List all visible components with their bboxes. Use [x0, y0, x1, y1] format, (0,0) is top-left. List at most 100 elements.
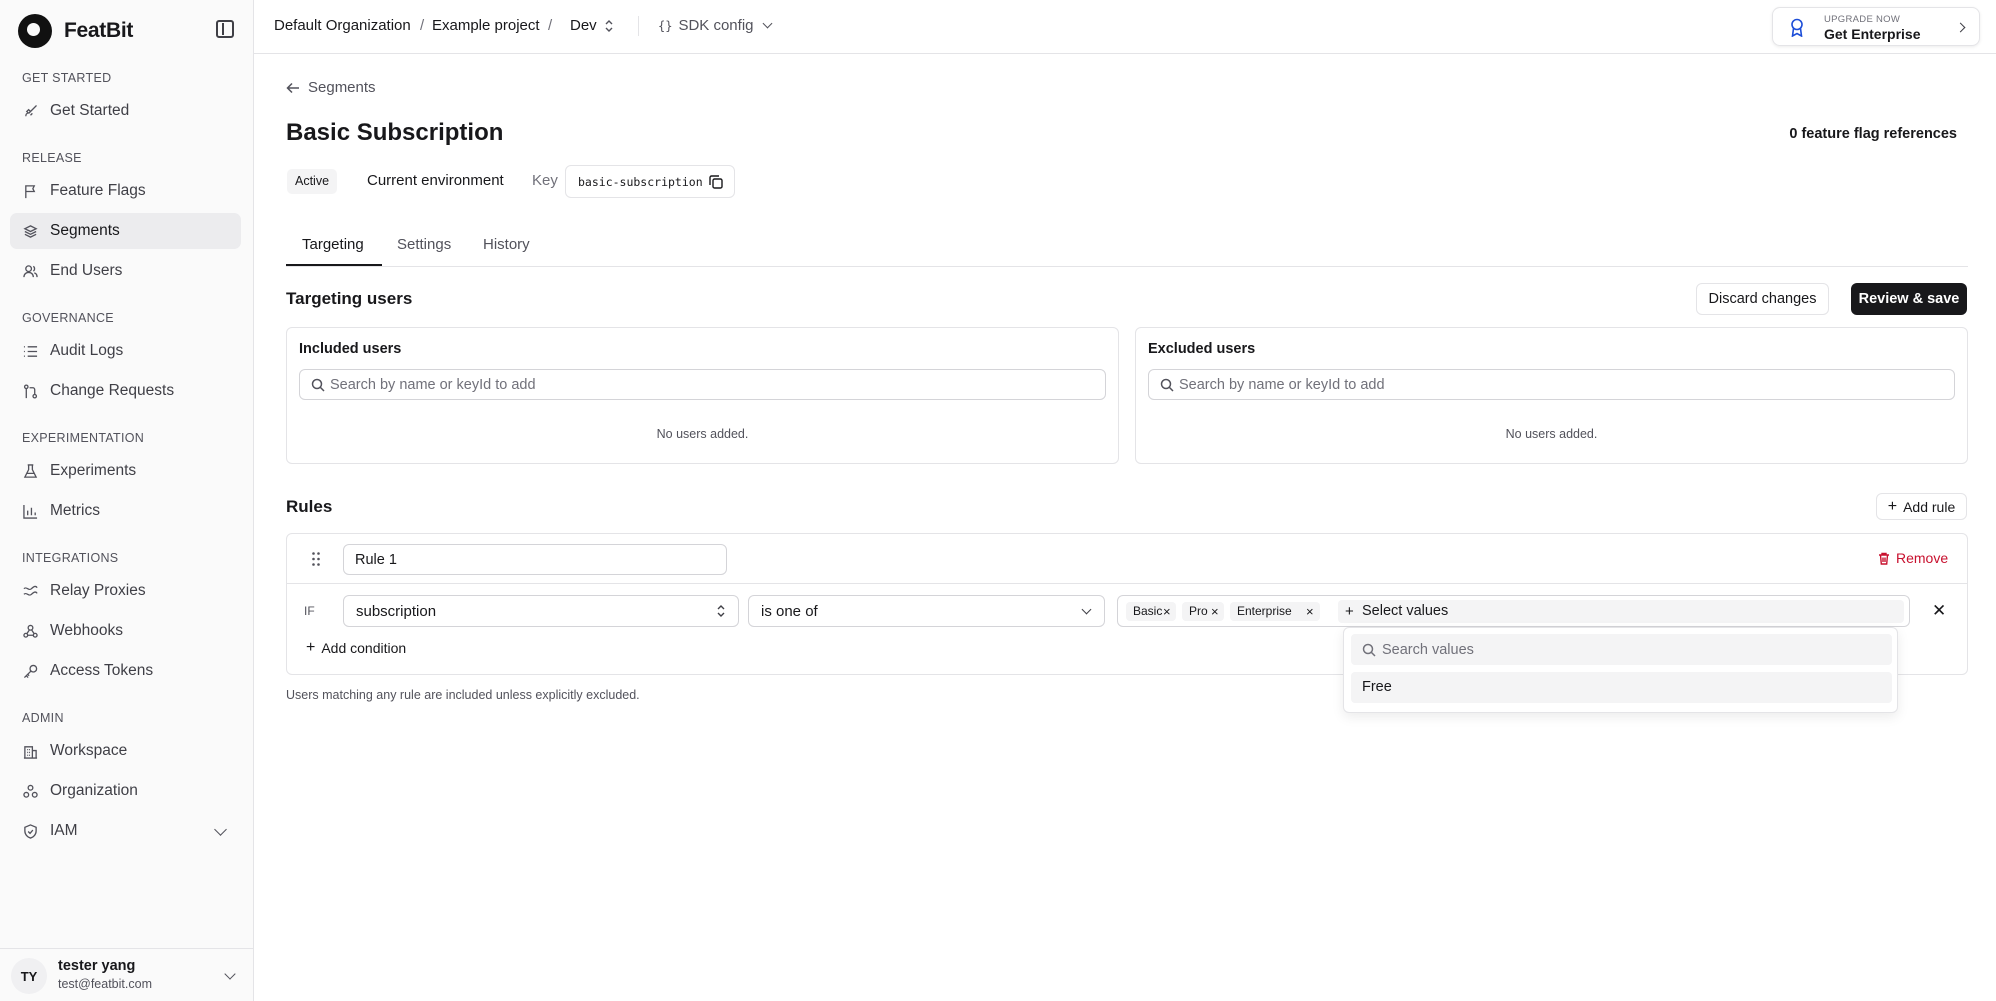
chevron-up-down-icon[interactable] [605, 19, 613, 33]
tab-bar: Targeting Settings History [286, 226, 1968, 267]
bar-chart-icon [23, 504, 38, 519]
arrow-left-icon [286, 82, 299, 93]
value-tag-label: Basic [1133, 604, 1163, 618]
upgrade-button[interactable]: UPGRADE NOW Get Enterprise [1772, 7, 1980, 46]
plus-icon: + [1345, 603, 1354, 620]
key-icon [23, 664, 38, 679]
sidebar-item-organization[interactable]: Organization [10, 773, 241, 809]
included-users-input[interactable] [330, 370, 1095, 399]
sidebar: FeatBit GET STARTED Get Started RELEASE … [0, 0, 254, 1001]
chevron-down-icon [762, 18, 772, 29]
remove-rule-button[interactable]: Remove [1878, 550, 1948, 566]
page-title: Basic Subscription [286, 119, 504, 146]
flag-icon [25, 185, 36, 199]
back-to-segments-link[interactable]: Segments [286, 79, 376, 96]
review-save-button[interactable]: Review & save [1851, 283, 1967, 315]
values-search[interactable] [1351, 634, 1892, 665]
sidebar-item-access-tokens[interactable]: Access Tokens [10, 653, 241, 689]
back-link-label: Segments [308, 79, 376, 96]
add-condition-label: Add condition [321, 640, 407, 656]
sidebar-item-audit-logs[interactable]: Audit Logs [10, 333, 241, 369]
plus-icon: + [1887, 497, 1898, 515]
discard-changes-button[interactable]: Discard changes [1696, 283, 1829, 315]
sidebar-item-label: Relay Proxies [50, 582, 146, 599]
values-multiselect[interactable]: Basic × Pro × Enterprise × + Select valu… [1117, 595, 1910, 627]
sidebar-item-label: Get Started [50, 102, 130, 119]
excluded-users-input[interactable] [1179, 370, 1944, 399]
attribute-select[interactable]: subscription [343, 595, 739, 627]
dropdown-option[interactable]: Free [1351, 672, 1892, 703]
brand-name: FeatBit [64, 19, 134, 42]
chevron-right-icon [1955, 22, 1966, 33]
nav-section-get-started: GET STARTED [22, 71, 112, 85]
sdk-config-label: SDK config [678, 17, 754, 34]
included-users-search[interactable] [299, 369, 1106, 400]
sidebar-item-label: Metrics [50, 502, 100, 519]
add-condition-button[interactable]: + Add condition [306, 639, 406, 657]
remove-tag-icon[interactable]: × [1211, 602, 1219, 621]
values-dropdown: Free [1343, 627, 1898, 713]
breadcrumb-organization[interactable]: Default Organization [274, 17, 411, 34]
sidebar-item-relay-proxies[interactable]: Relay Proxies [10, 573, 241, 609]
feature-flag-references[interactable]: 0 feature flag references [1789, 126, 1957, 142]
values-search-input[interactable] [1382, 634, 1882, 665]
user-menu[interactable]: TY tester yang test@featbit.com [0, 948, 254, 1001]
upgrade-caption: UPGRADE NOW [1824, 14, 1901, 25]
select-values-label: Select values [1362, 603, 1449, 619]
drag-handle-icon[interactable] [311, 551, 321, 567]
sidebar-item-get-started[interactable]: Get Started [10, 93, 241, 129]
breadcrumb-environment[interactable]: Dev [570, 17, 597, 34]
sdk-config-menu[interactable]: {} SDK config [658, 17, 772, 34]
tab-targeting[interactable]: Targeting [302, 236, 364, 253]
chevron-down-icon[interactable] [224, 968, 236, 980]
upgrade-label: Get Enterprise [1824, 26, 1921, 42]
included-users-empty: No users added. [656, 427, 749, 441]
sidebar-item-metrics[interactable]: Metrics [10, 493, 241, 529]
sidebar-item-feature-flags[interactable]: Feature Flags [10, 173, 241, 209]
brand[interactable]: FeatBit [18, 14, 133, 48]
user-email: test@featbit.com [58, 977, 152, 991]
sidebar-item-label: IAM [50, 822, 78, 839]
sidebar-collapse-icon[interactable] [216, 20, 234, 38]
key-label: Key [532, 172, 558, 189]
git-pull-request-icon [23, 384, 38, 399]
targeting-users-title: Targeting users [286, 289, 413, 308]
list-icon [23, 346, 38, 357]
included-users-card: Included users No users added. [286, 327, 1119, 464]
nav-section-experimentation: EXPERIMENTATION [22, 431, 145, 445]
operator-select[interactable]: is one of [748, 595, 1105, 627]
sidebar-item-segments[interactable]: Segments [10, 213, 241, 249]
sidebar-item-experiments[interactable]: Experiments [10, 453, 241, 489]
remove-tag-icon[interactable]: × [1163, 602, 1171, 621]
rule-name-input[interactable] [343, 544, 727, 575]
nav-section-admin: ADMIN [22, 711, 64, 725]
sidebar-item-workspace[interactable]: Workspace [10, 733, 241, 769]
breadcrumb-separator: / [420, 17, 425, 34]
sidebar-item-end-users[interactable]: End Users [10, 253, 241, 289]
plus-icon: + [306, 639, 316, 656]
rule-header: Remove [287, 534, 1967, 584]
copy-icon[interactable] [709, 175, 723, 189]
included-users-title: Included users [299, 341, 402, 357]
excluded-users-search[interactable] [1148, 369, 1955, 400]
status-badge: Active [287, 169, 338, 194]
sidebar-item-label: Experiments [50, 462, 137, 479]
select-values-trigger[interactable]: + Select values [1338, 600, 1904, 623]
award-icon [1791, 18, 1803, 37]
breadcrumb-project[interactable]: Example project [432, 17, 540, 34]
rocket-icon [25, 105, 37, 117]
sidebar-item-change-requests[interactable]: Change Requests [10, 373, 241, 409]
trash-icon [1879, 552, 1889, 565]
sidebar-item-webhooks[interactable]: Webhooks [10, 613, 241, 649]
tab-history[interactable]: History [483, 236, 530, 253]
remove-condition-icon[interactable]: ✕ [1932, 601, 1946, 621]
operator-value: is one of [761, 603, 818, 620]
remove-tag-icon[interactable]: × [1306, 602, 1314, 621]
sidebar-item-iam[interactable]: IAM [10, 813, 241, 849]
tab-settings[interactable]: Settings [397, 236, 451, 253]
active-tab-indicator [286, 264, 382, 266]
chevron-down-icon[interactable] [214, 823, 227, 836]
add-rule-button[interactable]: + Add rule [1876, 493, 1967, 520]
search-icon [311, 378, 325, 392]
avatar: TY [11, 958, 47, 994]
